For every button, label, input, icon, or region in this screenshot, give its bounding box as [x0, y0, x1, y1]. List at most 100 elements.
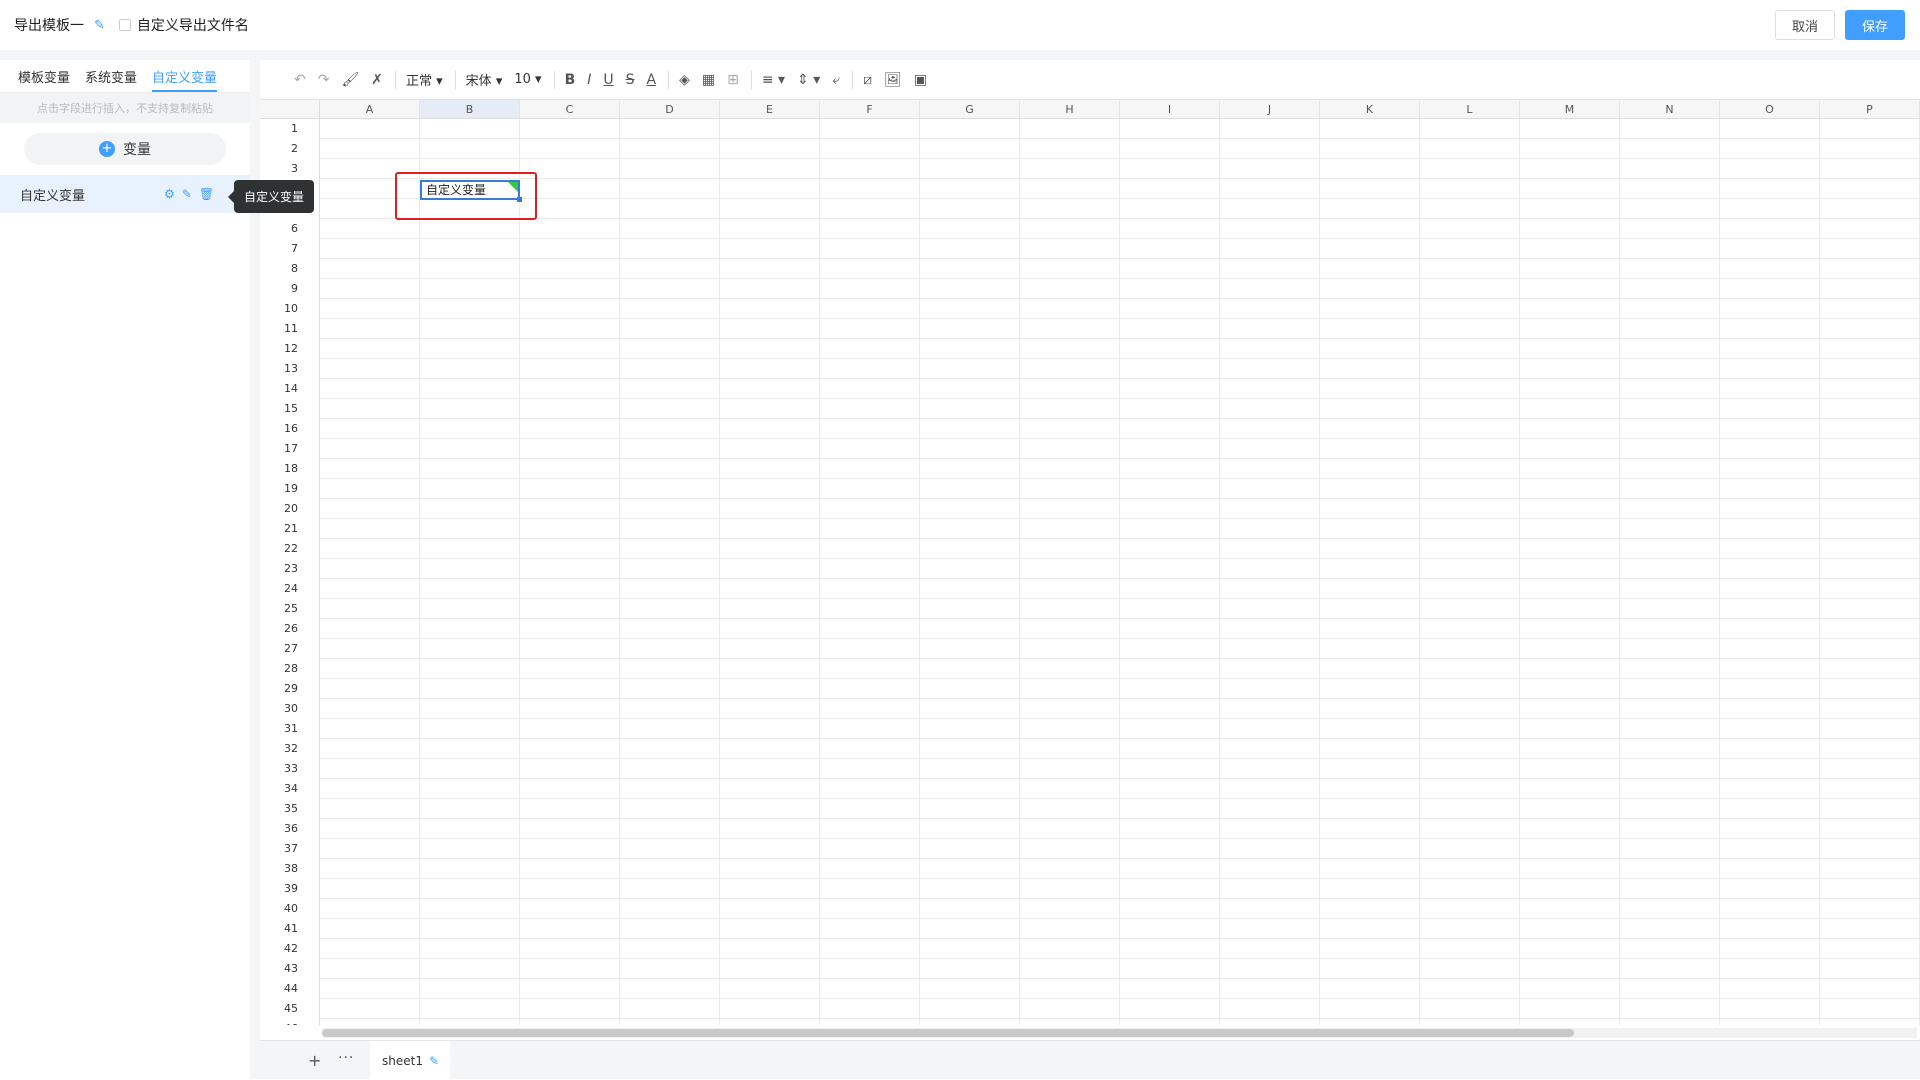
row-header[interactable]: 27: [260, 639, 320, 659]
row-header[interactable]: 34: [260, 779, 320, 799]
diagonal-border-icon[interactable]: ⧄: [863, 72, 872, 88]
row-header[interactable]: 42: [260, 939, 320, 959]
row-header[interactable]: 6: [260, 219, 320, 239]
cancel-button[interactable]: 取消: [1775, 10, 1835, 40]
format-painter-icon[interactable]: 🖌: [341, 72, 359, 88]
row-header[interactable]: 41: [260, 919, 320, 939]
fill-handle[interactable]: [517, 197, 522, 202]
grid-corner[interactable]: [260, 100, 320, 119]
strikethrough-icon[interactable]: S: [626, 72, 635, 88]
column-header[interactable]: C: [520, 100, 620, 119]
settings-icon[interactable]: ⚙: [164, 187, 175, 201]
row-header[interactable]: 12: [260, 339, 320, 359]
column-header[interactable]: A: [320, 100, 420, 119]
custom-filename-label[interactable]: 自定义导出文件名: [137, 15, 249, 35]
custom-filename-checkbox[interactable]: [118, 19, 131, 31]
row-header[interactable]: 16: [260, 419, 320, 439]
horizontal-scrollbar[interactable]: [322, 1028, 1917, 1038]
row-header[interactable]: 1: [260, 119, 320, 139]
underline-icon[interactable]: U: [603, 72, 613, 88]
wrap-text-icon[interactable]: ⤶: [832, 72, 840, 88]
row-header[interactable]: 45: [260, 999, 320, 1019]
column-header[interactable]: E: [720, 100, 820, 119]
row-header[interactable]: 30: [260, 699, 320, 719]
column-header[interactable]: K: [1320, 100, 1420, 119]
insert-image-icon[interactable]: 🖼: [884, 72, 902, 88]
row-header[interactable]: 35: [260, 799, 320, 819]
row-header[interactable]: 13: [260, 359, 320, 379]
scrollbar-thumb[interactable]: [322, 1029, 1574, 1037]
sheet-tab[interactable]: sheet1 ✎: [370, 1041, 450, 1080]
row-header[interactable]: 2: [260, 139, 320, 159]
row-header[interactable]: 28: [260, 659, 320, 679]
edit-icon[interactable]: ✎: [182, 187, 192, 201]
float-image-icon[interactable]: ▣: [914, 72, 927, 88]
row-header[interactable]: 14: [260, 379, 320, 399]
merge-cells-icon[interactable]: ⊞: [727, 72, 739, 88]
rename-sheet-icon[interactable]: ✎: [429, 1054, 439, 1068]
row-header[interactable]: 18: [260, 459, 320, 479]
column-header[interactable]: O: [1720, 100, 1820, 119]
row-header[interactable]: 36: [260, 819, 320, 839]
edit-title-icon[interactable]: ✎: [94, 18, 105, 33]
column-header[interactable]: P: [1820, 100, 1920, 119]
row-header[interactable]: 17: [260, 439, 320, 459]
row-header[interactable]: 9: [260, 279, 320, 299]
column-header[interactable]: N: [1620, 100, 1720, 119]
column-header[interactable]: M: [1520, 100, 1620, 119]
row-header[interactable]: 15: [260, 399, 320, 419]
column-header[interactable]: L: [1420, 100, 1520, 119]
row-header[interactable]: 33: [260, 759, 320, 779]
row-header[interactable]: 40: [260, 899, 320, 919]
save-button[interactable]: 保存: [1845, 10, 1905, 40]
format-select[interactable]: 正常 ▾: [406, 70, 443, 89]
row-header[interactable]: 24: [260, 579, 320, 599]
column-header[interactable]: J: [1220, 100, 1320, 119]
tab-system-variables[interactable]: 系统变量: [85, 67, 137, 92]
row-header[interactable]: 26: [260, 619, 320, 639]
undo-icon[interactable]: ↶: [294, 72, 306, 88]
row-header[interactable]: 25: [260, 599, 320, 619]
column-header[interactable]: H: [1020, 100, 1120, 119]
row-header[interactable]: 32: [260, 739, 320, 759]
row-header[interactable]: 8: [260, 259, 320, 279]
align-icon[interactable]: ≡ ▾: [762, 72, 785, 88]
add-variable-button[interactable]: + 变量: [24, 133, 226, 165]
clear-format-icon[interactable]: ✗: [371, 72, 383, 88]
row-header[interactable]: 39: [260, 879, 320, 899]
tab-custom-variables[interactable]: 自定义变量: [152, 67, 218, 92]
row-header[interactable]: 10: [260, 299, 320, 319]
delete-icon[interactable]: 🗑: [199, 187, 214, 201]
row-header[interactable]: 22: [260, 539, 320, 559]
row-header[interactable]: 19: [260, 479, 320, 499]
row-header[interactable]: 46: [260, 1019, 320, 1025]
column-header[interactable]: B: [420, 100, 520, 119]
column-header[interactable]: D: [620, 100, 720, 119]
font-color-icon[interactable]: A: [647, 72, 657, 88]
redo-icon[interactable]: ↷: [318, 72, 330, 88]
fill-color-icon[interactable]: ◈: [679, 72, 690, 88]
row-header[interactable]: 7: [260, 239, 320, 259]
cell-b4[interactable]: 自定义变量: [420, 180, 522, 202]
row-header[interactable]: 37: [260, 839, 320, 859]
list-item[interactable]: 自定义变量 ⚙ ✎ 🗑: [0, 175, 250, 213]
add-sheet-icon[interactable]: +: [308, 1051, 321, 1070]
bold-icon[interactable]: B: [565, 72, 576, 88]
row-header[interactable]: 44: [260, 979, 320, 999]
row-header[interactable]: 38: [260, 859, 320, 879]
row-header[interactable]: 11: [260, 319, 320, 339]
column-header[interactable]: F: [820, 100, 920, 119]
row-header[interactable]: 23: [260, 559, 320, 579]
valign-icon[interactable]: ⇕ ▾: [797, 72, 820, 88]
spreadsheet-grid[interactable]: ABCDEFGHIJKLMNOP123456789101112131415161…: [260, 100, 1920, 1025]
row-header[interactable]: 29: [260, 679, 320, 699]
font-select[interactable]: 宋体 ▾: [466, 70, 503, 89]
column-header[interactable]: G: [920, 100, 1020, 119]
row-header[interactable]: 3: [260, 159, 320, 179]
column-header[interactable]: I: [1120, 100, 1220, 119]
tab-template-variables[interactable]: 模板变量: [18, 67, 70, 92]
more-icon[interactable]: ···: [338, 1050, 354, 1066]
italic-icon[interactable]: I: [587, 72, 591, 88]
row-header[interactable]: 20: [260, 499, 320, 519]
font-size-select[interactable]: 10 ▾: [514, 72, 541, 87]
